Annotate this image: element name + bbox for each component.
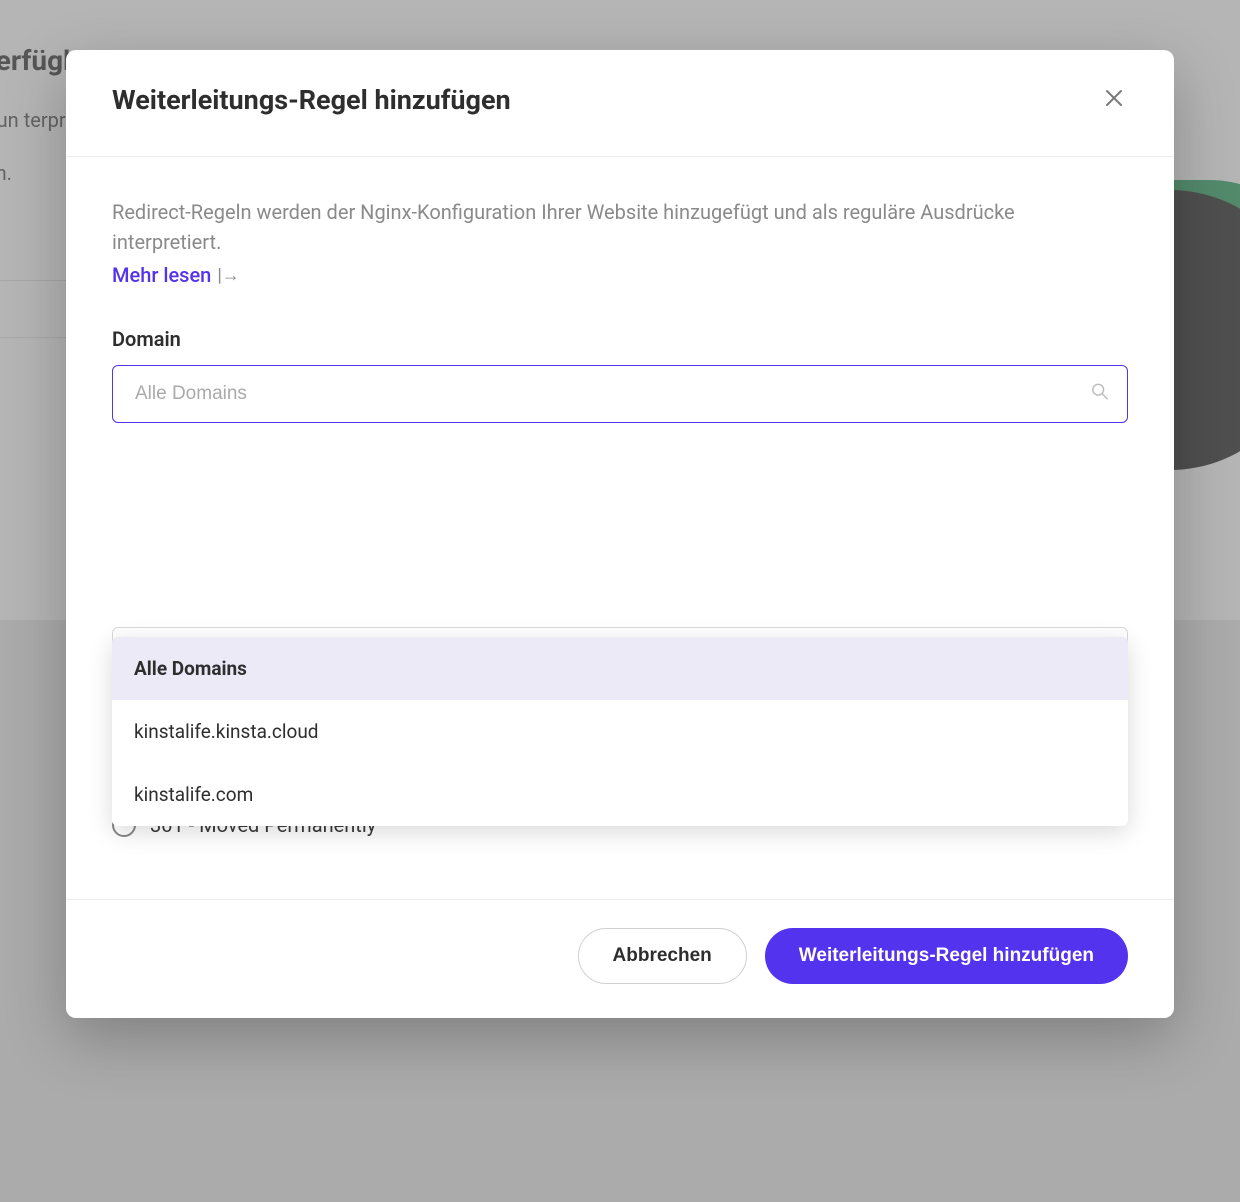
close-icon: [1105, 87, 1123, 113]
modal-header: Weiterleitungs-Regel hinzufügen: [66, 50, 1174, 157]
modal-title: Weiterleitungs-Regel hinzufügen: [112, 84, 511, 116]
modal-footer: Abbrechen Weiterleitungs-Regel hinzufüge…: [66, 899, 1174, 1018]
intro-text: Redirect-Regeln werden der Nginx-Konfigu…: [112, 197, 1128, 257]
dropdown-spacer: [112, 423, 1128, 619]
domain-option-all[interactable]: Alle Domains: [112, 637, 1128, 700]
domain-combobox[interactable]: [112, 365, 1128, 423]
submit-button[interactable]: Weiterleitungs-Regel hinzufügen: [765, 928, 1128, 984]
close-button[interactable]: [1100, 86, 1128, 114]
read-more-link[interactable]: Mehr lesen |→: [112, 263, 240, 287]
read-more-label: Mehr lesen: [112, 263, 211, 287]
domain-search-input[interactable]: [135, 383, 1077, 405]
domain-option-2[interactable]: kinstalife.com: [112, 763, 1128, 826]
domain-field: Domain Alle Domains kinstalife.kinsta.cl…: [112, 327, 1128, 619]
domain-label: Domain: [112, 327, 1128, 351]
add-redirect-modal: Weiterleitungs-Regel hinzufügen Redirect…: [66, 50, 1174, 1018]
modal-body: Redirect-Regeln werden der Nginx-Konfigu…: [66, 157, 1174, 899]
cancel-button[interactable]: Abbrechen: [578, 928, 747, 984]
domain-option-1[interactable]: kinstalife.kinsta.cloud: [112, 700, 1128, 763]
domain-dropdown: Alle Domains kinstalife.kinsta.cloud kin…: [112, 637, 1128, 826]
external-link-icon: |→: [217, 265, 239, 286]
search-icon: [1091, 383, 1109, 406]
